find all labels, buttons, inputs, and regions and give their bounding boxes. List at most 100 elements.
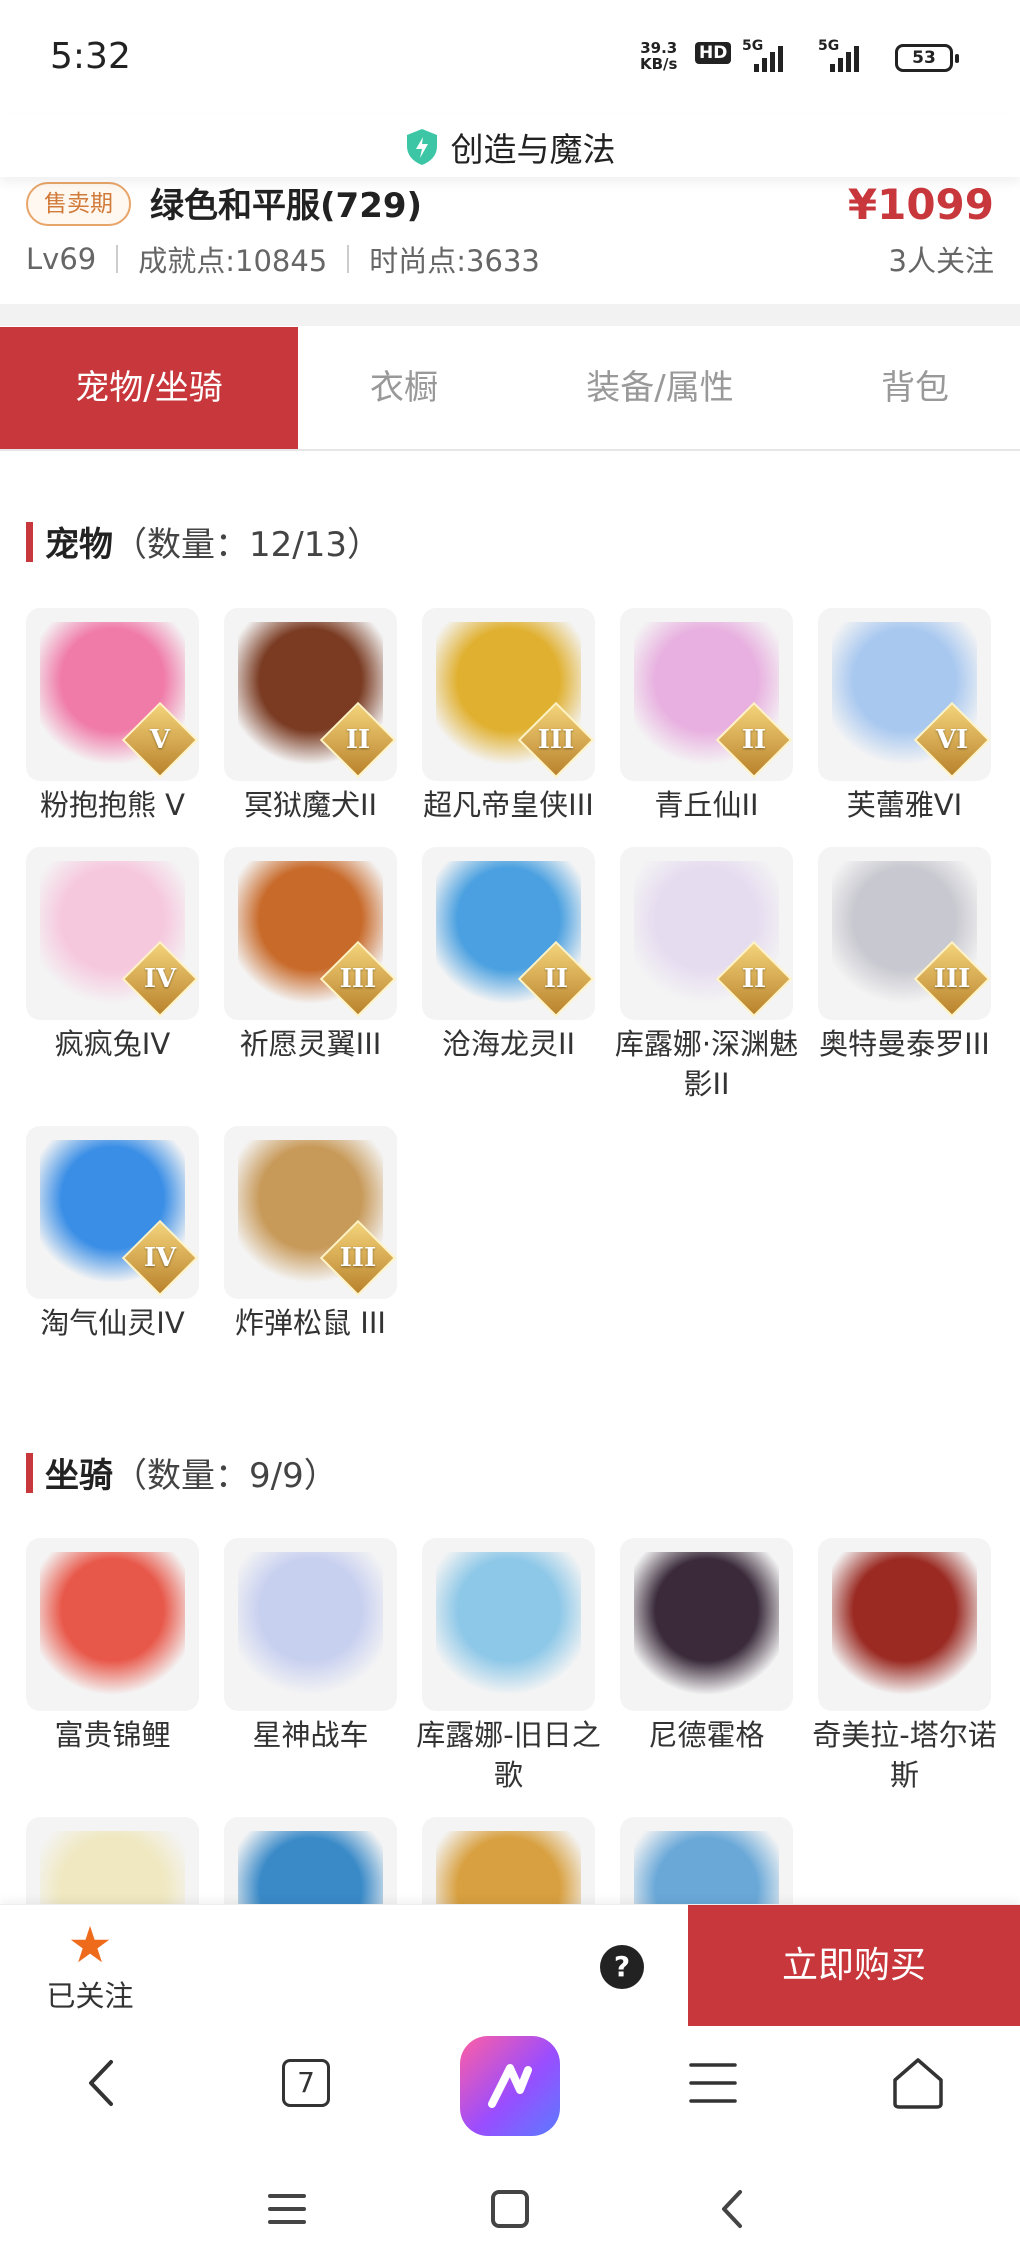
pet-thumbnail: III [224, 847, 397, 1020]
mount-name: 库露娜-旧日之歌 [416, 1718, 601, 1792]
pet-card[interactable]: V 粉抱抱熊 V [26, 608, 199, 825]
mount-thumbnail [422, 1538, 595, 1711]
follower-count: 3人关注 [888, 244, 994, 278]
buy-now-button[interactable]: 立即购买 [688, 1905, 1020, 2027]
pet-thumbnail: II [422, 847, 595, 1020]
battery-icon: 53 [895, 44, 959, 72]
divider [347, 245, 350, 273]
mount-name: 富贵锦鲤 [54, 1718, 171, 1752]
rank-label: III [537, 725, 575, 755]
back-icon[interactable] [75, 2048, 125, 2118]
mount-name: 星神战车 [252, 1718, 369, 1752]
rank-label: III [933, 964, 971, 994]
mount-thumbnail [620, 1538, 793, 1711]
star-icon: ★ [67, 1916, 113, 1974]
menu-icon[interactable] [688, 2048, 738, 2118]
pet-card[interactable]: IV 疯疯兔IV [26, 847, 199, 1104]
mounts-section-title: 坐骑 （数量：9/9） [26, 1448, 338, 1497]
status-tag: 售卖期 [26, 182, 131, 226]
pet-name: 祈愿灵翼III [239, 1027, 382, 1061]
divider [116, 245, 119, 273]
rank-label: VI [935, 725, 969, 755]
app-logo-icon[interactable] [460, 2036, 560, 2136]
tab-wardrobe[interactable]: 衣橱 [298, 327, 510, 449]
tab-bar: 宠物/坐骑 衣橱 装备/属性 背包 [0, 327, 1020, 451]
tab-count: 7 [282, 2059, 330, 2107]
rank-label: III [339, 964, 377, 994]
mount-card[interactable]: 奇美拉-塔尔诺斯 [812, 1538, 997, 1795]
pet-card[interactable]: II 沧海龙灵II [422, 847, 595, 1104]
pet-thumbnail: II [620, 847, 793, 1020]
mount-image [634, 1552, 779, 1697]
pet-name: 粉抱抱熊 V [39, 788, 186, 822]
pet-card[interactable]: IV 淘气仙灵IV [26, 1126, 199, 1343]
pet-name: 淘气仙灵IV [40, 1306, 185, 1340]
pet-name: 冥狱魔犬II [243, 788, 378, 822]
status-time: 5:32 [50, 36, 131, 77]
pet-thumbnail: III [422, 608, 595, 781]
rank-label: II [345, 725, 371, 755]
help-icon[interactable]: ? [600, 1945, 644, 1989]
mount-image [40, 1552, 185, 1697]
mount-name: 尼德霍格 [648, 1718, 765, 1752]
pet-card[interactable]: III 炸弹松鼠 III [224, 1126, 397, 1343]
pet-thumbnail: VI [818, 608, 991, 781]
pet-name: 炸弹松鼠 III [235, 1306, 386, 1340]
rank-label: V [149, 725, 171, 755]
status-bar: 5:32 39.3 KB/s HD 5G 5G 53 [0, 0, 1020, 115]
rank-label: IV [143, 1243, 177, 1273]
pet-card[interactable]: II 冥狱魔犬II [224, 608, 397, 825]
mount-thumbnail [818, 1538, 991, 1711]
tabs-button[interactable]: 7 [278, 2048, 334, 2118]
mount-card[interactable]: 库露娜-旧日之歌 [416, 1538, 601, 1795]
pet-thumbnail: III [818, 847, 991, 1020]
pet-name: 库露娜·深渊魅影II [614, 1027, 799, 1101]
follow-label: 已关注 [46, 1979, 134, 2013]
pets-count: （数量：12/13） [113, 525, 381, 565]
pet-thumbnail: II [224, 608, 397, 781]
title-bar: 创造与魔法 [0, 115, 1020, 177]
tab-pets-mounts[interactable]: 宠物/坐骑 [0, 327, 298, 449]
signal-icon: 5G [818, 38, 868, 72]
recent-apps-icon[interactable] [262, 2184, 312, 2234]
pet-thumbnail: IV [26, 847, 199, 1020]
network-speed: 39.3 KB/s [640, 40, 677, 72]
pet-card[interactable]: II 库露娜·深渊魅影II [615, 847, 798, 1104]
mounts-count: （数量：9/9） [113, 1456, 338, 1496]
pet-name: 芙蕾雅VI [846, 788, 963, 822]
back-button-icon[interactable] [708, 2184, 758, 2234]
rank-label: II [741, 964, 767, 994]
pet-thumbnail: III [224, 1126, 397, 1299]
rank-label: II [543, 964, 569, 994]
pet-thumbnail: II [620, 608, 793, 781]
title-marker [26, 521, 33, 562]
price: ¥1099 [847, 180, 994, 229]
mount-card[interactable]: 尼德霍格 [620, 1538, 793, 1795]
mount-card[interactable]: 富贵锦鲤 [26, 1538, 199, 1795]
network-speed-value: 39.3 [640, 39, 678, 57]
mount-card[interactable]: 星神战车 [224, 1538, 397, 1795]
title-marker [26, 1452, 33, 1493]
mount-thumbnail [224, 1538, 397, 1711]
achievement-points: 成就点:10845 [138, 244, 328, 278]
tab-backpack[interactable]: 背包 [810, 327, 1020, 449]
follow-button[interactable]: ★ 已关注 [40, 1917, 140, 2015]
signal-icon: 5G [742, 38, 792, 72]
home-icon[interactable] [890, 2048, 946, 2118]
pet-card[interactable]: III 超凡帝皇侠III [422, 608, 595, 825]
home-button-icon[interactable] [485, 2184, 535, 2234]
pet-card[interactable]: VI 芙蕾雅VI [818, 608, 991, 825]
pet-card[interactable]: II 青丘仙II [620, 608, 793, 825]
pet-name: 沧海龙灵II [441, 1027, 576, 1061]
page-title: 创造与魔法 [450, 130, 616, 169]
pet-card[interactable]: III 祈愿灵翼III [224, 847, 397, 1104]
tab-equipment[interactable]: 装备/属性 [510, 327, 810, 449]
pet-card[interactable]: III 奥特曼泰罗III [818, 847, 991, 1104]
mount-image [436, 1552, 581, 1697]
account-meta: Lv69 成就点:10845 时尚点:3633 [26, 238, 540, 280]
fashion-points: 时尚点:3633 [369, 244, 540, 278]
mount-thumbnail [26, 1538, 199, 1711]
mounts-heading: 坐骑 [45, 1456, 113, 1496]
divider [0, 304, 1020, 326]
action-bar: ★ 已关注 ? 立即购买 [0, 1904, 1020, 2027]
